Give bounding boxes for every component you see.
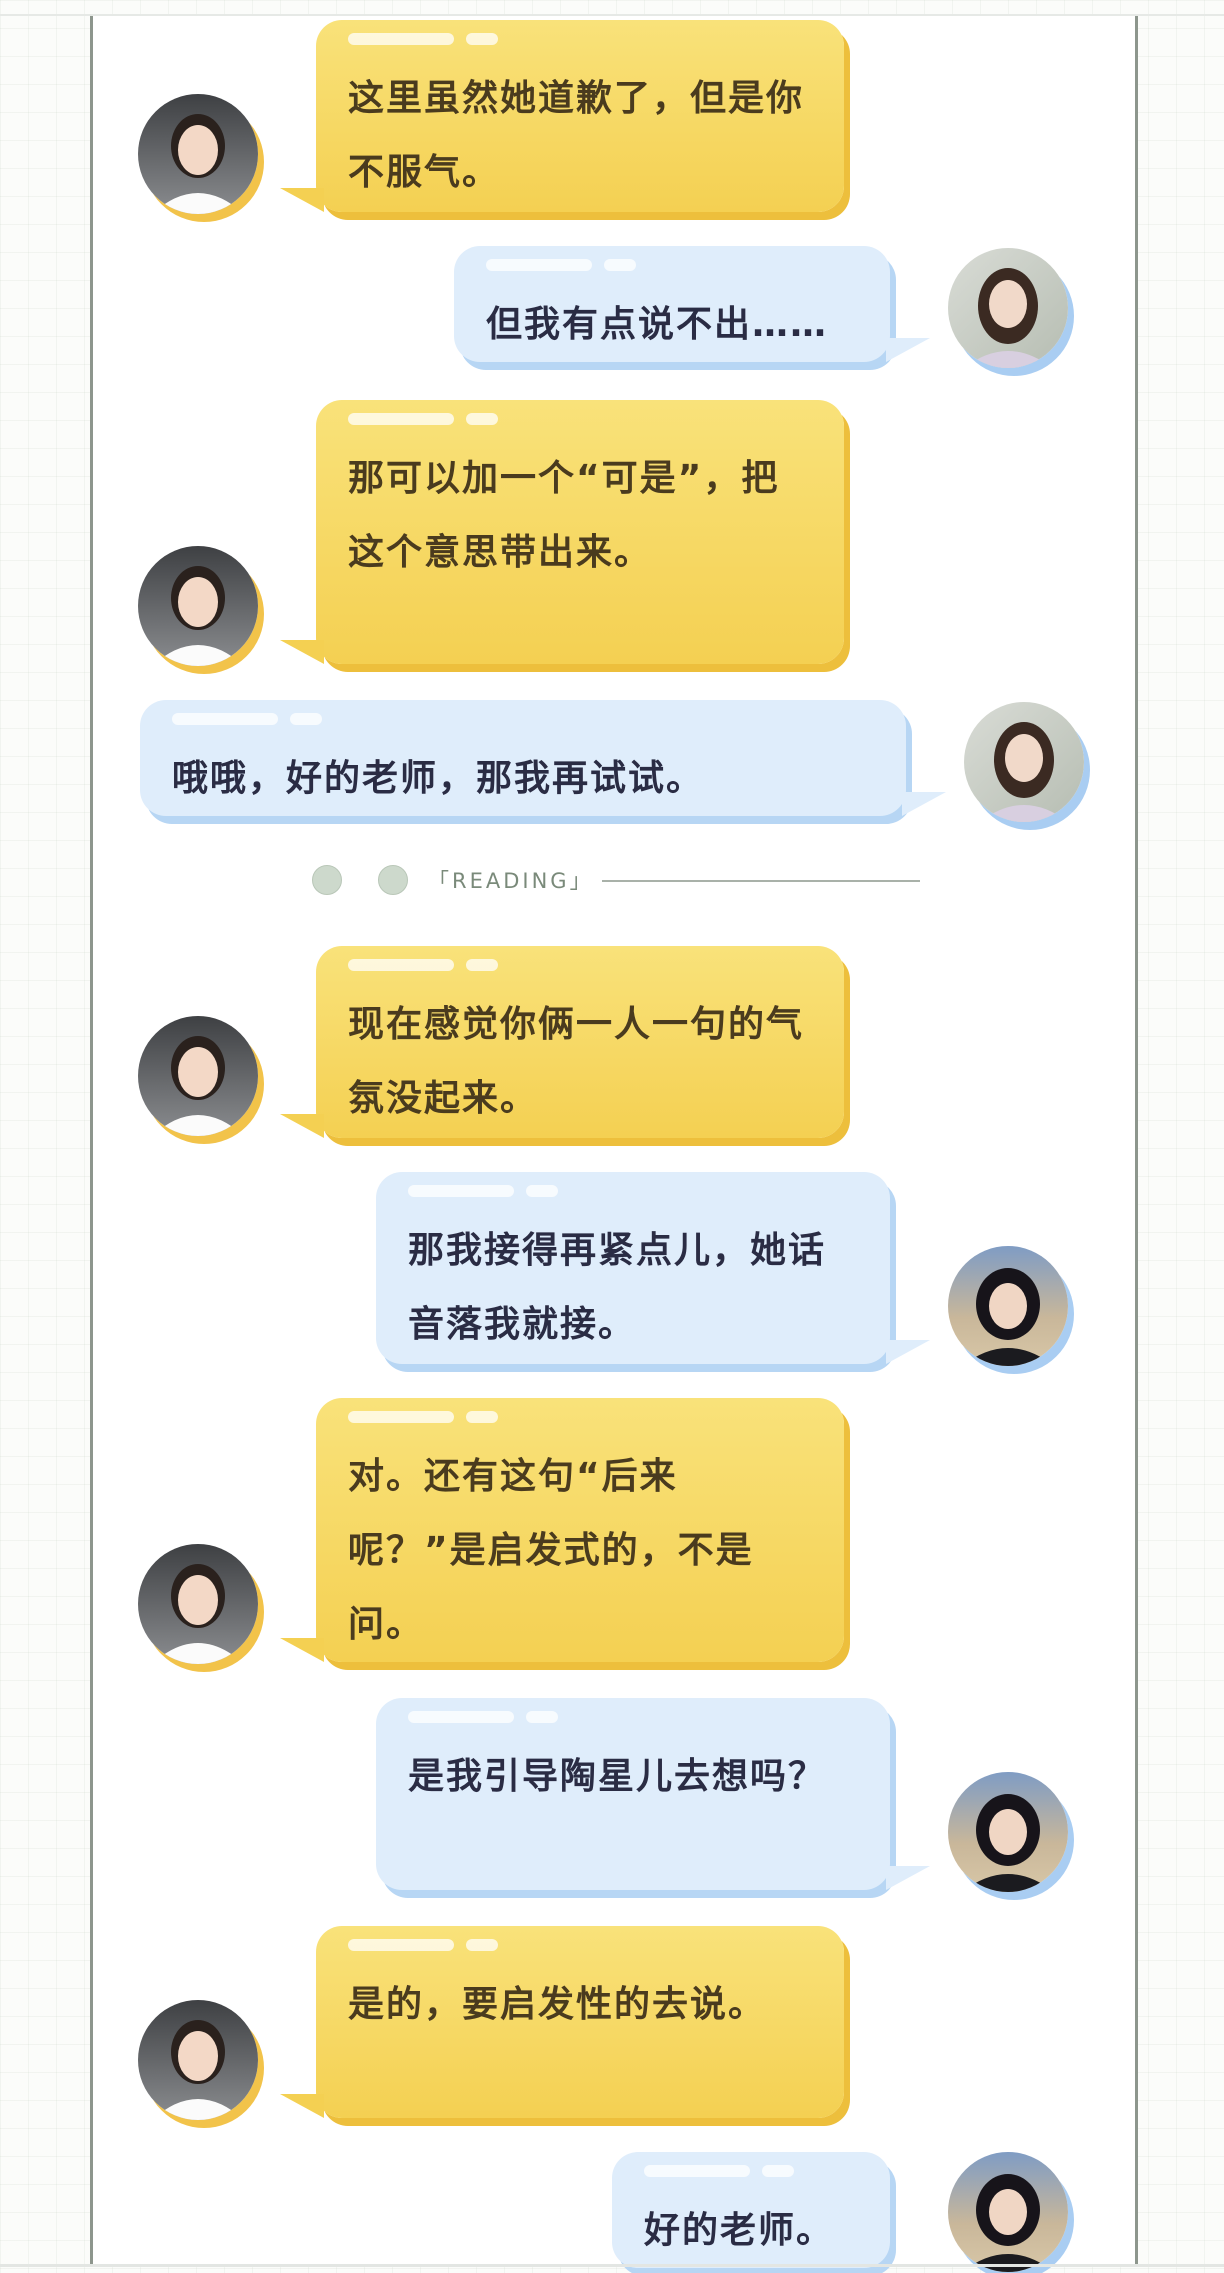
message-text: 但我有点说不出…… [486,304,829,345]
message-bubble-student: 哦哦，好的老师，那我再试试。 [140,700,906,816]
bubble-decoration [348,33,454,45]
student-b-avatar-icon [948,2152,1068,2272]
message-text: 对。还有这句“后来呢？”是启发式的，不是问。 [348,1456,754,1645]
bubble-decoration [290,713,322,725]
message-text: 那可以加一个“可是”，把这个意思带出来。 [348,458,780,573]
teacher-avatar-icon [138,546,258,666]
bubble-tail [902,792,946,816]
bubble-decoration [408,1711,514,1723]
message-bubble-teacher: 是的，要启发性的去说。 [316,1926,844,2118]
student-b-avatar-icon [948,1246,1068,1366]
bubble-decoration [762,2165,794,2177]
message-text: 哦哦，好的老师，那我再试试。 [172,758,705,799]
section-divider: 「READING」 [312,860,920,900]
message-text: 是的，要启发性的去说。 [348,1984,767,2025]
message-bubble-student: 好的老师。 [612,2152,890,2268]
teacher-avatar-icon [138,94,258,214]
bubble-decoration [466,413,498,425]
bubble-decoration [408,1185,514,1197]
message-text: 是我引导陶星儿去想吗？ [408,1756,827,1797]
bubble-decoration [604,259,636,271]
bubble-tail [886,1866,930,1890]
divider-dot [312,865,342,895]
bubble-tail [280,640,324,664]
bubble-tail [280,1638,324,1662]
bubble-tail [886,1340,930,1364]
bubble-decoration [348,1411,454,1423]
bubble-decoration [526,1185,558,1197]
student-b-avatar-icon [948,1772,1068,1892]
bubble-decoration [466,1411,498,1423]
message-bubble-teacher: 这里虽然她道歉了，但是你不服气。 [316,20,844,212]
teacher-avatar-icon [138,1016,258,1136]
message-text: 那我接得再紧点儿，她话音落我就接。 [408,1230,827,1345]
bubble-decoration [172,713,278,725]
message-bubble-teacher: 现在感觉你俩一人一句的气氛没起来。 [316,946,844,1138]
message-text: 现在感觉你俩一人一句的气氛没起来。 [348,1004,805,1119]
bubble-decoration [526,1711,558,1723]
teacher-avatar-icon [138,2000,258,2120]
student-a-avatar-icon [964,702,1084,822]
message-bubble-teacher: 那可以加一个“可是”，把这个意思带出来。 [316,400,844,664]
message-bubble-student: 那我接得再紧点儿，她话音落我就接。 [376,1172,890,1364]
message-bubble-student: 是我引导陶星儿去想吗？ [376,1698,890,1890]
bubble-decoration [348,413,454,425]
bubble-decoration [348,959,454,971]
message-text: 好的老师。 [644,2210,835,2251]
message-bubble-student: 但我有点说不出…… [454,246,890,362]
student-a-avatar-icon [948,248,1068,368]
divider-dot [378,865,408,895]
message-bubble-teacher: 对。还有这句“后来呢？”是启发式的，不是问。 [316,1398,844,1662]
bubble-decoration [348,1939,454,1951]
bubble-tail [280,2094,324,2118]
divider-rule [602,880,920,882]
bubble-tail [886,338,930,362]
bubble-decoration [466,1939,498,1951]
bubble-decoration [466,959,498,971]
bubble-tail [280,188,324,212]
message-text: 这里虽然她道歉了，但是你不服气。 [348,78,805,193]
bottom-divider [0,2264,1224,2267]
bubble-decoration [644,2165,750,2177]
teacher-avatar-icon [138,1544,258,1664]
bubble-decoration [486,259,592,271]
bubble-decoration [466,33,498,45]
section-label: 「READING」 [428,869,594,893]
bubble-tail [280,1114,324,1138]
